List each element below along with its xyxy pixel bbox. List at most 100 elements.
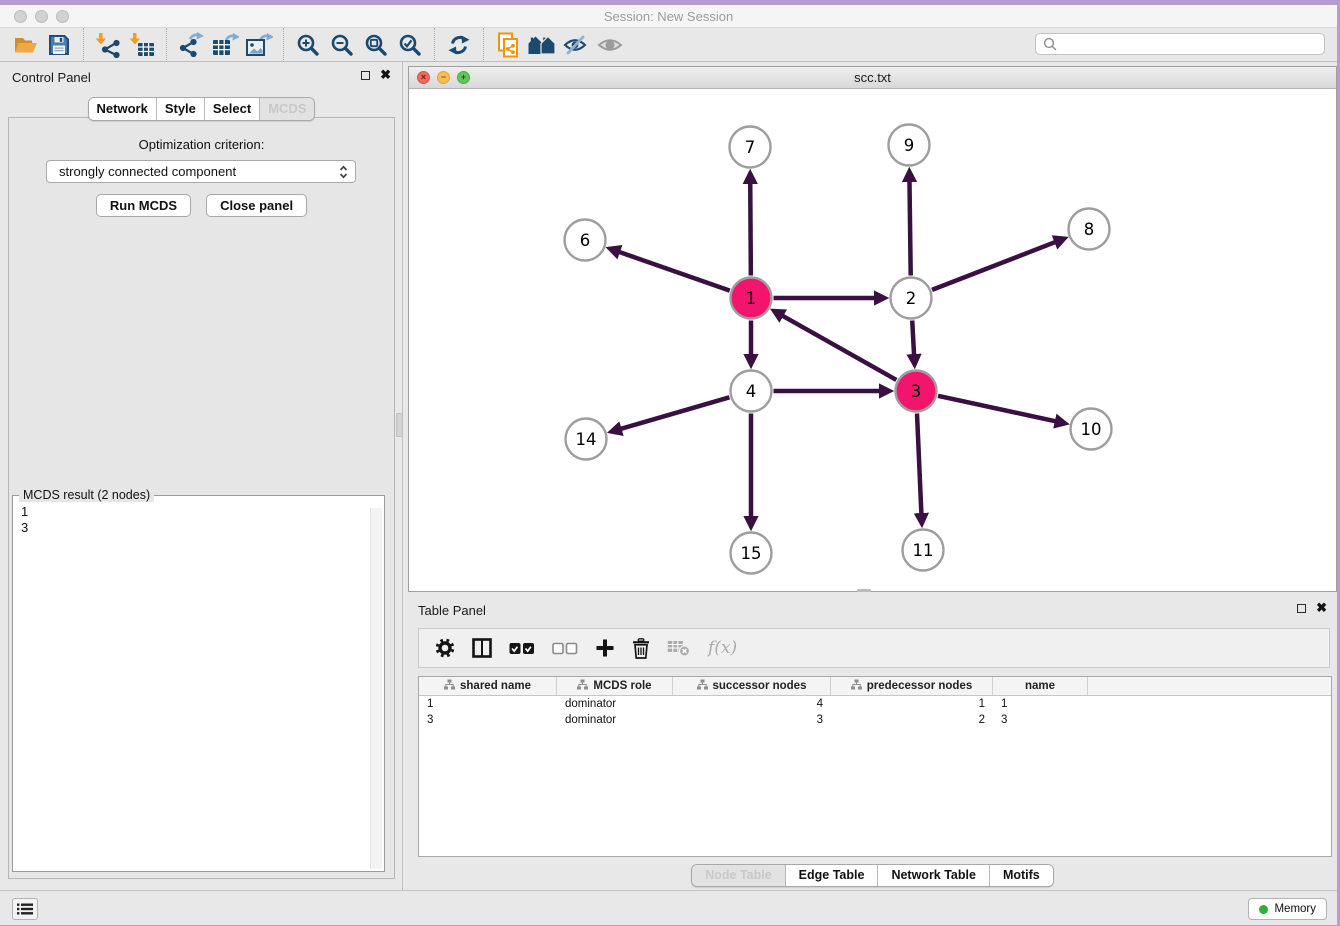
- tab-select[interactable]: Select: [204, 98, 259, 120]
- column-label: predecessor nodes: [867, 680, 972, 692]
- select-all-button[interactable]: [509, 642, 535, 655]
- tab-mcds[interactable]: MCDS: [259, 98, 314, 120]
- function-builder-button[interactable]: f(x): [708, 638, 737, 658]
- duplicate-network-button[interactable]: [491, 30, 525, 60]
- hide-graphics-button[interactable]: [559, 30, 593, 60]
- mcds-result-box[interactable]: MCDS result (2 nodes) 13: [12, 495, 385, 872]
- export-table-button[interactable]: [208, 30, 242, 60]
- column-header-shared-name[interactable]: shared name: [419, 677, 557, 695]
- table-cell[interactable]: dominator: [557, 714, 673, 726]
- export-table-icon: [212, 32, 239, 57]
- table-settings-button[interactable]: [435, 638, 455, 658]
- node-table[interactable]: shared nameMCDS rolesuccessor nodes prede…: [418, 676, 1332, 857]
- delete-table-button[interactable]: [667, 639, 691, 657]
- tab-motifs[interactable]: Motifs: [989, 865, 1053, 886]
- control-panel-scrollbar-thumb[interactable]: [396, 413, 403, 437]
- column-type-icon: [577, 679, 588, 693]
- open-session-button[interactable]: [8, 30, 42, 60]
- graph-edge-2-9[interactable]: [909, 180, 910, 275]
- first-neighbors-button[interactable]: [525, 30, 559, 60]
- show-columns-button[interactable]: [472, 638, 492, 658]
- result-scrollbar[interactable]: [370, 508, 382, 869]
- table-cell[interactable]: 1: [993, 698, 1088, 710]
- column-header-predecessor-nodes[interactable]: predecessor nodes: [831, 677, 993, 695]
- graph-node-10[interactable]: 10: [1071, 409, 1112, 450]
- mcds-result-title: MCDS result (2 nodes): [19, 488, 154, 502]
- criterion-select[interactable]: strongly connected component: [46, 160, 356, 183]
- zoom-selected-button[interactable]: [393, 30, 427, 60]
- status-bar: Memory: [0, 890, 1337, 925]
- task-history-button[interactable]: [12, 898, 38, 920]
- network-scrollbar-thumb[interactable]: [857, 589, 871, 592]
- column-header-mcds-role[interactable]: MCDS role: [557, 677, 673, 695]
- save-session-button[interactable]: [42, 30, 76, 60]
- tab-style[interactable]: Style: [156, 98, 204, 120]
- table-row[interactable]: 1dominator411: [419, 696, 1331, 712]
- tab-network[interactable]: Network: [89, 98, 156, 120]
- graph-node-2[interactable]: 2: [891, 278, 932, 319]
- export-network-button[interactable]: [174, 30, 208, 60]
- deselect-all-button[interactable]: [552, 642, 578, 655]
- graph-node-14[interactable]: 14: [566, 419, 607, 460]
- table-cell[interactable]: 3: [419, 714, 557, 726]
- table-cell[interactable]: dominator: [557, 698, 673, 710]
- graph-edge-2-8[interactable]: [932, 242, 1056, 290]
- table-row[interactable]: 3dominator323: [419, 712, 1331, 728]
- graph-node-6[interactable]: 6: [565, 220, 606, 261]
- graph-node-15[interactable]: 15: [731, 533, 772, 574]
- network-canvas[interactable]: 7 9 6 8 1 2 4 3 14 10 15 11: [409, 89, 1336, 592]
- graph-edge-3-11[interactable]: [917, 413, 921, 514]
- tab-network-table[interactable]: Network Table: [877, 865, 989, 886]
- table-cell[interactable]: 1: [419, 698, 557, 710]
- graph-edge-2-3[interactable]: [912, 320, 914, 355]
- close-table-panel-icon[interactable]: ✖: [1316, 603, 1327, 613]
- tab-edge-table[interactable]: Edge Table: [785, 865, 878, 886]
- export-image-button[interactable]: [242, 30, 276, 60]
- table-header-row: shared nameMCDS rolesuccessor nodes prede…: [419, 677, 1331, 696]
- graph-node-4[interactable]: 4: [731, 371, 772, 412]
- zoom-out-button[interactable]: [325, 30, 359, 60]
- graph-node-1[interactable]: 1: [731, 278, 772, 319]
- graph-edge-3-1[interactable]: [782, 315, 896, 380]
- table-cell[interactable]: 1: [831, 698, 993, 710]
- memory-status-icon: [1259, 905, 1268, 914]
- network-window-titlebar[interactable]: × − + scc.txt: [409, 67, 1336, 89]
- add-row-button[interactable]: [595, 638, 615, 658]
- graph-node-8[interactable]: 8: [1069, 209, 1110, 250]
- graph-edge-4-14[interactable]: [620, 397, 729, 429]
- zoom-fit-button[interactable]: [359, 30, 393, 60]
- graph-edge-1-6[interactable]: [619, 252, 730, 291]
- graph-edge-1-7[interactable]: [750, 182, 751, 275]
- show-graphics-button[interactable]: [593, 30, 627, 60]
- column-header-successor-nodes[interactable]: successor nodes: [673, 677, 831, 695]
- table-panel-title: Table Panel: [418, 603, 486, 618]
- table-toolbar: f(x): [418, 628, 1330, 668]
- delete-row-button[interactable]: [632, 638, 650, 659]
- svg-text:1: 1: [746, 289, 757, 308]
- float-panel-icon[interactable]: [361, 71, 370, 80]
- graph-node-3[interactable]: 3: [896, 371, 937, 412]
- close-panel-button[interactable]: Close panel: [206, 194, 307, 217]
- graph-node-9[interactable]: 9: [889, 125, 930, 166]
- memory-button[interactable]: Memory: [1248, 898, 1327, 920]
- import-network-button[interactable]: [91, 30, 125, 60]
- apply-layout-button[interactable]: [442, 30, 476, 60]
- columns-icon: [472, 638, 492, 658]
- zoom-in-button[interactable]: [291, 30, 325, 60]
- table-cell[interactable]: 3: [993, 714, 1088, 726]
- column-header-name[interactable]: name: [993, 677, 1088, 695]
- float-table-panel-icon[interactable]: [1297, 604, 1306, 613]
- graph-edge-3-10[interactable]: [938, 396, 1056, 422]
- import-table-button[interactable]: [125, 30, 159, 60]
- table-cell[interactable]: 4: [673, 698, 831, 710]
- run-mcds-button[interactable]: Run MCDS: [96, 194, 191, 217]
- tab-node-table[interactable]: Node Table: [692, 865, 784, 886]
- graph-node-7[interactable]: 7: [730, 127, 771, 168]
- panel-divider[interactable]: [402, 62, 403, 890]
- table-cell[interactable]: 2: [831, 714, 993, 726]
- close-panel-icon[interactable]: ✖: [380, 70, 391, 80]
- search-input[interactable]: [1062, 37, 1317, 51]
- search-field[interactable]: [1035, 33, 1325, 55]
- graph-node-11[interactable]: 11: [903, 530, 944, 571]
- table-cell[interactable]: 3: [673, 714, 831, 726]
